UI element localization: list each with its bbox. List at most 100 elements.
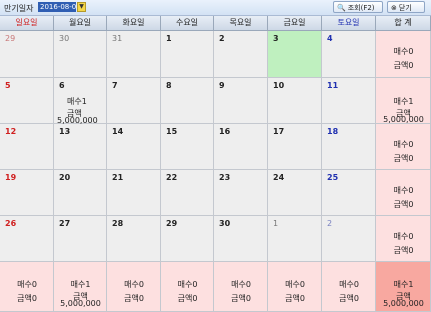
weekday-total-cell: 매수0 금액0 [107, 262, 161, 312]
week-total-count: 매수0 [393, 47, 414, 56]
search-button[interactable]: 🔍 조회(F2) [333, 1, 383, 13]
day-number: 23 [219, 173, 231, 182]
weekday-total-cell: 매수0 금액0 [0, 262, 54, 312]
day-cell[interactable]: 11 [322, 78, 376, 124]
weekday-total-count: 매수0 [17, 280, 37, 289]
day-cell[interactable]: 9 [214, 78, 268, 124]
day-cell[interactable]: 16 [214, 124, 268, 170]
grand-total-count: 매수1 [393, 280, 414, 289]
day-cell[interactable]: 5 [0, 78, 54, 124]
day-number: 13 [59, 127, 71, 136]
day-number: 6 [59, 81, 65, 90]
day-number: 20 [59, 173, 71, 182]
day-cell[interactable]: 17 [268, 124, 322, 170]
toolbar: 만기일자 2016-08-03 ▼ 🔍조회(F2) ⊗닫기 [0, 0, 431, 16]
day-number: 12 [5, 127, 17, 136]
day-cell[interactable]: 29 [0, 31, 54, 78]
due-date-field[interactable]: 2016-08-03 [38, 2, 76, 12]
day-cell[interactable]: 23 [214, 170, 268, 216]
day-cell[interactable]: 3 [268, 31, 322, 78]
weekday-total-cell: 매수0 금액0 [214, 262, 268, 312]
week-total-count: 매수0 [393, 232, 414, 241]
day-number: 17 [273, 127, 285, 136]
day-cell[interactable]: 10 [268, 78, 322, 124]
week-total-cell: 매수0 금액0 [376, 170, 431, 216]
date-dropdown-button[interactable]: ▼ [77, 2, 86, 12]
close-icon: ⊗ [391, 4, 397, 12]
week-total-cell: 매수1 금액 5,000,000 [376, 78, 431, 124]
grand-total-amount: 5,000,000 [383, 299, 424, 308]
close-button-label: 닫기 [398, 4, 412, 12]
day-cell[interactable]: 31 [107, 31, 161, 78]
day-number: 1 [273, 219, 279, 228]
day-number: 4 [327, 34, 333, 43]
weekday-total-amount: 5,000,000 [60, 299, 101, 308]
week-total-cell: 매수0 금액0 [376, 216, 431, 262]
day-number: 8 [166, 81, 172, 90]
day-cell[interactable]: 7 [107, 78, 161, 124]
week-total-count: 매수0 [393, 186, 414, 195]
day-cell[interactable]: 12 [0, 124, 54, 170]
day-cell[interactable]: 4 [322, 31, 376, 78]
weekday-total-cell: 매수1 금액 5,000,000 [54, 262, 107, 312]
day-cell[interactable]: 15 [161, 124, 214, 170]
day-number: 29 [166, 219, 178, 228]
cell-count: 매수1 [67, 97, 87, 106]
week-total-count: 매수1 [393, 97, 414, 106]
weekday-total-count: 매수1 [70, 280, 91, 289]
day-cell[interactable]: 21 [107, 170, 161, 216]
weekday-total-count: 매수0 [124, 280, 144, 289]
day-number: 27 [59, 219, 71, 228]
day-cell[interactable]: 30 [54, 31, 107, 78]
day-cell[interactable]: 2 [322, 216, 376, 262]
week-total-cell: 매수0 금액0 [376, 124, 431, 170]
day-number: 2 [327, 219, 333, 228]
day-cell[interactable]: 8 [161, 78, 214, 124]
weekday-total-count: 매수0 [177, 280, 198, 289]
day-cell[interactable]: 27 [54, 216, 107, 262]
weekday-header: 금요일 [268, 16, 322, 31]
day-cell[interactable]: 18 [322, 124, 376, 170]
weekday-header: 토요일 [322, 16, 376, 31]
day-cell[interactable]: 24 [268, 170, 322, 216]
weekday-total-amount: 금액0 [231, 294, 251, 303]
day-cell[interactable]: 29 [161, 216, 214, 262]
day-cell[interactable]: 28 [107, 216, 161, 262]
weekday-total-count: 매수0 [285, 280, 305, 289]
day-number: 10 [273, 81, 285, 90]
day-number: 24 [273, 173, 285, 182]
day-number: 2 [219, 34, 225, 43]
day-cell[interactable]: 30 [214, 216, 268, 262]
day-number: 31 [112, 34, 123, 43]
weekday-total-count: 매수0 [231, 280, 251, 289]
weekday-total-cell: 매수0 금액0 [268, 262, 322, 312]
day-cell[interactable]: 20 [54, 170, 107, 216]
day-cell[interactable]: 25 [322, 170, 376, 216]
weekday-total-amount: 금액0 [17, 294, 37, 303]
day-cell[interactable]: 19 [0, 170, 54, 216]
day-cell[interactable]: 6 매수1 금액 5,000,000 [54, 78, 107, 125]
day-number: 7 [112, 81, 118, 90]
day-number: 9 [219, 81, 225, 90]
day-cell[interactable]: 26 [0, 216, 54, 262]
weekday-total-count: 매수0 [339, 280, 359, 289]
week-total-amount: 금액0 [393, 154, 414, 163]
day-cell[interactable]: 1 [268, 216, 322, 262]
week-total-cell: 매수0 금액0 [376, 31, 431, 78]
day-cell[interactable]: 13 [54, 124, 107, 170]
weekday-total-amount: 금액0 [124, 294, 144, 303]
grand-total-cell: 매수1 금액 5,000,000 [376, 262, 431, 312]
day-cell[interactable]: 1 [161, 31, 214, 78]
chevron-down-icon: ▼ [79, 3, 84, 10]
week-total-amount: 금액0 [393, 200, 414, 209]
day-cell[interactable]: 14 [107, 124, 161, 170]
weekday-header: 일요일 [0, 16, 54, 31]
day-number: 3 [273, 34, 279, 43]
weekday-total-cell: 매수0 금액0 [322, 262, 376, 312]
day-cell[interactable]: 22 [161, 170, 214, 216]
week-total-count: 매수0 [393, 140, 414, 149]
day-number: 16 [219, 127, 231, 136]
day-cell[interactable]: 2 [214, 31, 268, 78]
weekday-header: 수요일 [161, 16, 214, 31]
close-button[interactable]: ⊗ 닫기 [387, 1, 425, 13]
